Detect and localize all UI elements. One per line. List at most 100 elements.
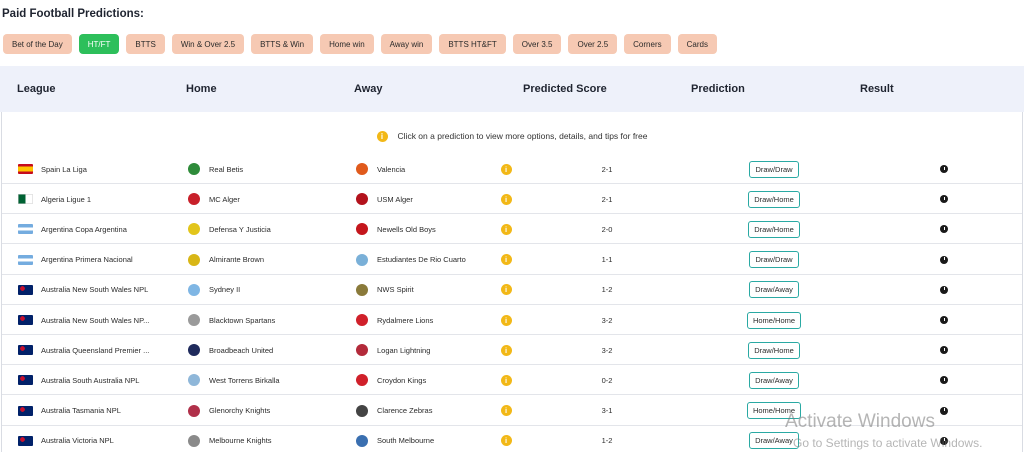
- predicted-score: 1-2: [601, 285, 613, 295]
- info-icon[interactable]: i: [500, 374, 512, 386]
- country-flag-icon: [18, 345, 33, 356]
- prediction-type-filters: Bet of the Day HT/FT BTTS Win & Over 2.5 BTT…: [3, 34, 717, 54]
- league-cell: Australia Tasmania NPL: [18, 396, 178, 426]
- away-team-name: Logan Lightning: [377, 345, 431, 355]
- league-name: Argentina Primera Nacional: [41, 255, 133, 265]
- away-team-name: Newells Old Boys: [377, 224, 436, 234]
- home-team-cell: Blacktown Spartans: [188, 305, 353, 335]
- info-icon[interactable]: i: [500, 284, 512, 296]
- table-row: Algeria Ligue 1 MC Alger USM Alger i 2-1…: [2, 184, 1022, 215]
- away-team-crest-icon: [356, 344, 368, 357]
- filter-chip[interactable]: HT/FT: [78, 34, 120, 54]
- away-team-name: USM Alger: [377, 194, 413, 204]
- away-team-crest-icon: [356, 253, 368, 266]
- result-cell: [936, 184, 952, 214]
- predicted-score: 1-1: [601, 255, 613, 265]
- info-icon[interactable]: i: [500, 314, 512, 326]
- home-team-cell: West Torrens Birkalla: [188, 365, 353, 395]
- table-row: Argentina Copa Argentina Defensa Y Justi…: [2, 214, 1022, 245]
- away-team-cell: NWS Spirit: [356, 275, 521, 305]
- home-team-cell: Sydney II: [188, 275, 353, 305]
- away-team-crest-icon: [356, 374, 368, 387]
- filter-chip[interactable]: Over 2.5: [568, 34, 618, 54]
- home-team-crest-icon: [188, 193, 200, 206]
- home-team-name: Melbourne Knights: [209, 436, 272, 446]
- info-icon[interactable]: i: [500, 344, 512, 356]
- prediction-button[interactable]: Home/Home: [746, 311, 802, 329]
- table-row: Australia New South Wales NPL Sydney II …: [2, 275, 1022, 305]
- clock-icon: [940, 316, 948, 324]
- home-team-name: Almirante Brown: [209, 255, 265, 265]
- away-team-cell: Clarence Zebras: [356, 396, 521, 426]
- windows-activation-hint: Go to Settings to activate Windows.: [793, 436, 983, 450]
- result-cell: [936, 335, 952, 365]
- league-name: Australia New South Wales NPL: [41, 285, 149, 295]
- prediction-info-cell: i: [498, 275, 514, 305]
- away-team-cell: Croydon Kings: [356, 365, 521, 395]
- prediction-button[interactable]: Draw/Draw: [749, 160, 799, 178]
- column-prediction: Prediction: [691, 83, 745, 95]
- away-team-name: South Melbourne: [377, 436, 435, 446]
- filter-chip[interactable]: BTTS & Win: [251, 34, 314, 54]
- away-team-cell: Estudiantes De Rio Cuarto: [356, 245, 521, 275]
- prediction-cell: Draw/Away: [732, 365, 816, 395]
- filter-chip[interactable]: Corners: [624, 34, 671, 54]
- predicted-score: 3-1: [601, 406, 613, 416]
- away-team-name: NWS Spirit: [377, 285, 414, 295]
- prediction-cell: Draw/Draw: [732, 245, 816, 275]
- info-icon[interactable]: i: [500, 254, 512, 266]
- filter-chip[interactable]: BTTS HT&FT: [439, 34, 506, 54]
- prediction-button[interactable]: Draw/Away: [749, 281, 799, 299]
- info-icon[interactable]: i: [500, 435, 512, 447]
- prediction-cell: Draw/Away: [732, 275, 816, 305]
- prediction-button[interactable]: Draw/Home: [748, 190, 800, 208]
- home-team-cell: Almirante Brown: [188, 245, 353, 275]
- prediction-button[interactable]: Draw/Home: [748, 341, 800, 359]
- league-cell: Australia South Australia NPL: [18, 365, 178, 395]
- info-icon[interactable]: i: [500, 223, 512, 235]
- result-cell: [936, 154, 952, 184]
- info-icon[interactable]: i: [500, 405, 512, 417]
- predicted-score: 2-1: [601, 164, 613, 174]
- filter-chip[interactable]: Cards: [677, 34, 717, 54]
- windows-activation-watermark: Activate Windows: [785, 411, 935, 432]
- home-team-crest-icon: [188, 374, 200, 387]
- prediction-button[interactable]: Draw/Away: [749, 371, 799, 389]
- away-team-crest-icon: [356, 223, 368, 236]
- home-team-name: West Torrens Birkalla: [209, 375, 280, 385]
- home-team-cell: Defensa Y Justicia: [188, 214, 353, 244]
- filter-chip[interactable]: BTTS: [126, 34, 165, 54]
- league-cell: Argentina Primera Nacional: [18, 245, 178, 275]
- away-team-cell: Rydalmere Lions: [356, 305, 521, 335]
- league-cell: Argentina Copa Argentina: [18, 214, 178, 244]
- prediction-button[interactable]: Draw/Draw: [749, 251, 799, 269]
- info-text: Click on a prediction to view more optio…: [397, 131, 648, 141]
- prediction-button[interactable]: Draw/Home: [748, 220, 800, 238]
- filter-chip[interactable]: Over 3.5: [512, 34, 562, 54]
- country-flag-icon: [18, 254, 33, 265]
- league-name: Australia Victoria NPL: [41, 436, 114, 446]
- home-team-crest-icon: [188, 223, 200, 236]
- league-name: Australia South Australia NPL: [41, 375, 140, 385]
- prediction-button[interactable]: Draw/Away: [749, 432, 799, 450]
- filter-chip[interactable]: Away win: [380, 34, 433, 54]
- away-team-crest-icon: [356, 283, 368, 296]
- country-flag-icon: [18, 164, 33, 174]
- prediction-info-cell: i: [498, 365, 514, 395]
- clock-icon: [940, 225, 948, 234]
- filter-chip[interactable]: Win & Over 2.5: [171, 34, 245, 54]
- country-flag-icon: [18, 224, 33, 235]
- predicted-score: 3-2: [601, 315, 613, 325]
- prediction-info-cell: i: [498, 305, 514, 335]
- info-icon[interactable]: i: [500, 193, 512, 205]
- table-row: Spain La Liga Real Betis Valencia i 2-1 …: [2, 154, 1022, 184]
- league-cell: Australia Queensland Premier ...: [18, 335, 178, 365]
- home-team-name: MC Alger: [209, 194, 240, 204]
- league-name: Spain La Liga: [41, 164, 87, 174]
- away-team-name: Rydalmere Lions: [377, 315, 434, 325]
- info-icon[interactable]: i: [500, 163, 512, 175]
- country-flag-icon: [18, 284, 33, 295]
- filter-chip[interactable]: Bet of the Day: [3, 34, 72, 54]
- home-team-name: Glenorchy Knights: [209, 406, 271, 416]
- filter-chip[interactable]: Home win: [320, 34, 374, 54]
